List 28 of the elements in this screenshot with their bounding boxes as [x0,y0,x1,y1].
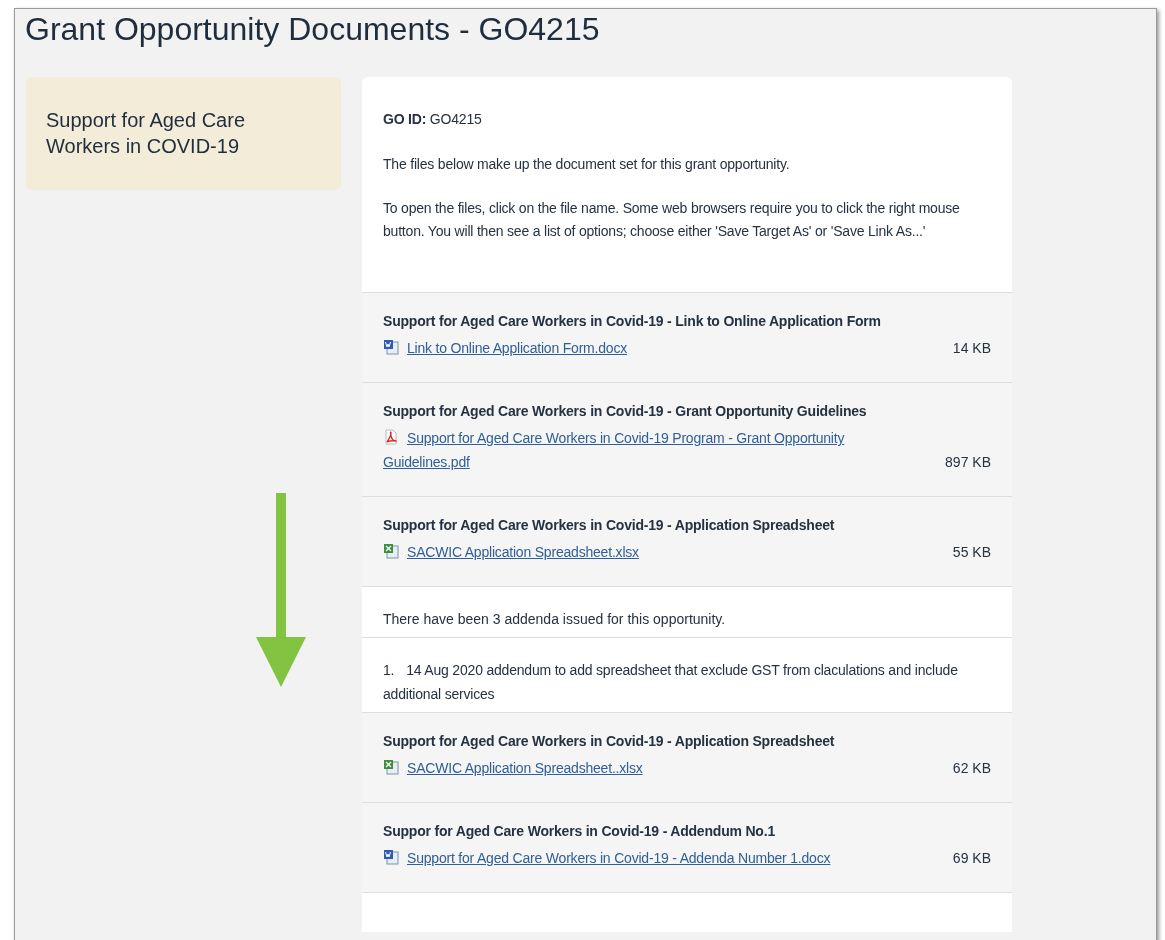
file-heading: Support for Aged Care Workers in Covid-19 - Application Spreadsheet [383,516,836,534]
file-size: 55 KB [952,543,991,562]
file-heading: Support for Aged Care Workers in Covid-19 - Link to Online Application Form [383,312,882,330]
document-file-icon [383,339,399,355]
intro-paragraph: To open the files, click on the file name. Some web browsers require you to click the right mouse button. You will then see a list of options; choose either 'Save Target As' or 'Save Link As...' [383,199,961,241]
file-link[interactable]: SACWIC Application Spreadsheet..xlsx [383,756,643,780]
file-size: 62 KB [952,759,991,778]
file-heading: Suppor for Aged Care Workers in Covid-19 - Addendum No.1 [383,822,776,840]
intro-paragraph: The files below make up the document set for this grant opportunity. [383,155,791,174]
file-heading: Support for Aged Care Workers in Covid-19 - Grant Opportunity Guidelines [383,402,868,420]
addenda-note: There have been 3 addenda issued for this opportunity. [383,610,727,629]
go-id: GO ID: GO4215 [383,110,483,129]
addendum-text: 1. 14 Aug 2020 addendum to add spreadsheet that exclude GST from claculations and include additional services [383,661,959,704]
document-file-icon [383,849,399,865]
spreadsheet-file-icon [383,759,399,775]
list-number: 1. [383,662,395,678]
spreadsheet-file-icon [383,543,399,559]
file-link[interactable]: Link to Online Application Form.docx [383,336,628,360]
sidebar-title: Support for Aged Care Workers in COVID-19 [46,108,246,159]
file-size: 14 KB [952,339,991,358]
file-size: 897 KB [945,453,991,472]
pdf-file-icon [383,429,399,445]
page-title: Grant Opportunity Documents - GO4215 [25,11,601,47]
file-link[interactable]: Support for Aged Care Workers in Covid-19 - Addenda Number 1.docx [383,846,831,870]
file-link[interactable]: SACWIC Application Spreadsheet.xlsx [383,540,639,564]
file-link[interactable]: Support for Aged Care Workers in Covid-19 Program - Grant Opportunity Guidelines.pdf [383,426,930,474]
file-heading: Support for Aged Care Workers in Covid-19 - Application Spreadsheet [383,732,836,750]
file-size: 69 KB [952,849,991,868]
